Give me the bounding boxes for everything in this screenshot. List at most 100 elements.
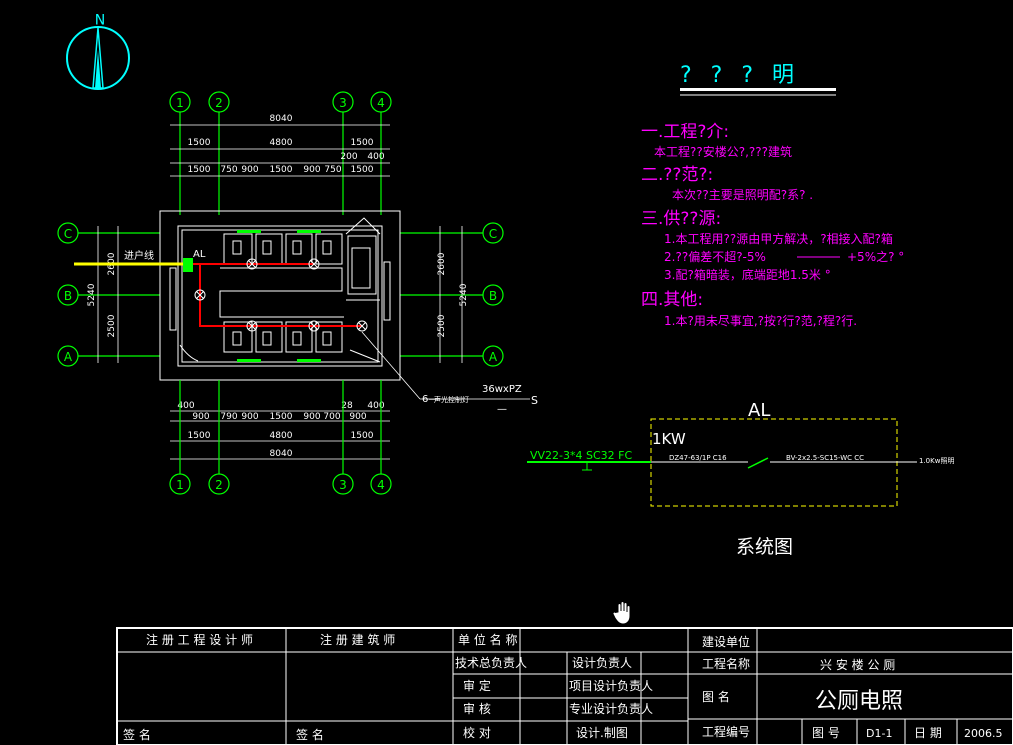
dim-bot2-b: 4800 bbox=[270, 431, 293, 441]
axis-label-top-1: 1 bbox=[176, 96, 184, 110]
system-diagram: AL 1KW VV22-3*4 SC32 FC DZ47-63/1P C16 B… bbox=[527, 400, 954, 558]
tb-sign-1: 签 名 bbox=[123, 727, 151, 742]
tb-tech-lead: 技术总负责人 bbox=[455, 656, 527, 670]
axis-label-top-2: 2 bbox=[215, 96, 223, 110]
tb-drawing-name-label: 图 名 bbox=[702, 689, 730, 704]
dim-top-extra-a: 200 bbox=[340, 152, 357, 162]
dim-top2-b: 4800 bbox=[270, 138, 293, 148]
notes-sec3-line3: 3.配?箱暗装，底端距地1.5米 ° bbox=[664, 267, 831, 282]
dim-top-extra-b: 400 bbox=[367, 152, 384, 162]
wall-strips bbox=[237, 230, 321, 362]
axis-label-top-3: 3 bbox=[339, 96, 347, 110]
dim-bot1-i: 400 bbox=[367, 401, 384, 411]
dim-top3-f: 750 bbox=[324, 165, 341, 175]
tb-build-unit: 建设单位 bbox=[702, 634, 750, 649]
dim-bot1-f: 900 bbox=[303, 412, 320, 422]
axis-bubbles-top bbox=[169, 91, 392, 215]
design-notes: ? ? ? 明 一.工程?介: 本工程??安楼公?,???建筑 二.??范?: … bbox=[641, 63, 904, 328]
tb-date: 2006.5 bbox=[964, 727, 1003, 740]
tb-project-name: 兴 安 楼 公 厕 bbox=[820, 657, 895, 672]
tb-check: 校 对 bbox=[463, 725, 491, 740]
dim-bot1-g: 700 bbox=[323, 412, 340, 422]
tb-project-lead: 项目设计负责人 bbox=[569, 679, 653, 693]
axis-label-left-b: B bbox=[64, 289, 72, 303]
dim-bot-total: 8040 bbox=[270, 449, 293, 459]
dim-top-total: 8040 bbox=[270, 114, 293, 124]
tb-reg-engineer: 注 册 工 程 设 计 师 bbox=[146, 632, 253, 647]
dim-bot1-e: 1500 bbox=[270, 412, 293, 422]
cad-drawing-canvas: N 1 2 3 4 8040 1500 4800 1500 200 400 15… bbox=[57, 10, 1013, 745]
tb-audit: 审 核 bbox=[463, 701, 491, 716]
system-breaker: DZ47-63/1P C16 bbox=[669, 454, 727, 462]
notes-sec3-line2: 2.??偏差不超?-5% bbox=[664, 249, 766, 264]
light-fixtures bbox=[194, 258, 368, 332]
tb-project-no: 工程编号 bbox=[702, 724, 750, 739]
tb-reg-architect: 注 册 建 筑 师 bbox=[320, 632, 395, 647]
axis-label-bottom-3: 3 bbox=[339, 478, 347, 492]
callout-spec: 36wxPZ bbox=[482, 384, 522, 395]
notes-sec3-line1: 1.本工程用??源由甲方解决，?相接入配?箱 bbox=[664, 231, 893, 246]
notes-heading: ? ? ? 明 bbox=[680, 63, 800, 88]
dim-bot2-c: 1500 bbox=[351, 431, 374, 441]
tb-drawing-no-label: 图 号 bbox=[812, 726, 840, 740]
system-box-label: AL bbox=[748, 400, 770, 421]
system-load: 1.0Kw照明 bbox=[919, 457, 954, 465]
notes-sec2-title: 二.??范?: bbox=[641, 165, 713, 185]
tb-design-lead: 设计负责人 bbox=[572, 656, 632, 670]
dim-top2-a: 1500 bbox=[188, 138, 211, 148]
dim-top3-g: 1500 bbox=[351, 165, 374, 175]
callout-suffix: S bbox=[531, 394, 538, 407]
dim-left-total: 5240 bbox=[87, 283, 97, 306]
dim-top3-a: 1500 bbox=[188, 165, 211, 175]
notes-sec4-title: 四.其他: bbox=[641, 290, 703, 310]
dim-top3-c: 900 bbox=[241, 165, 258, 175]
tb-discipline-lead: 专业设计负责人 bbox=[569, 701, 653, 716]
incoming-label: 进户线 bbox=[124, 249, 154, 262]
notes-tol-plus: +5%之? ° bbox=[847, 250, 904, 264]
notes-sec4-line1: 1.本?用未尽事宜,?按?行?范,?程?行. bbox=[664, 313, 857, 328]
dim-top3-b: 750 bbox=[220, 165, 237, 175]
tb-project-name-label: 工程名称 bbox=[702, 656, 750, 671]
system-cable: VV22-3*4 SC32 FC bbox=[530, 449, 632, 462]
system-power: 1KW bbox=[652, 430, 686, 448]
axis-label-right-a: A bbox=[489, 350, 498, 364]
floor-plan bbox=[159, 210, 401, 381]
axis-bubbles-left bbox=[57, 222, 160, 367]
incoming-feeder: 进户线 AL bbox=[74, 249, 206, 272]
dim-left-bottom: 2500 bbox=[107, 314, 117, 337]
axis-label-left-a: A bbox=[64, 350, 73, 364]
notes-sec2-line1: 本次??主要是照明配?系? . bbox=[672, 188, 813, 202]
system-title: 系统图 bbox=[736, 536, 793, 558]
panel-label: AL bbox=[193, 249, 206, 260]
tb-unit-name: 单 位 名 称 bbox=[458, 632, 517, 647]
axis-label-bottom-1: 1 bbox=[176, 478, 184, 492]
axis-label-bottom-2: 2 bbox=[215, 478, 223, 492]
tb-date-label: 日 期 bbox=[914, 726, 942, 740]
axis-label-bottom-4: 4 bbox=[377, 478, 385, 492]
dim-right-total: 5240 bbox=[459, 283, 469, 306]
north-arrow: N bbox=[66, 10, 130, 90]
tb-drawing-no: D1-1 bbox=[866, 727, 892, 740]
notes-sec1-line1: 本工程??安楼公?,???建筑 bbox=[654, 144, 792, 159]
dim-right-top: 2600 bbox=[437, 252, 447, 275]
dim-top2-c: 1500 bbox=[351, 138, 374, 148]
tb-drawing-name: 公厕电照 bbox=[815, 689, 903, 714]
dim-bot2-a: 1500 bbox=[188, 431, 211, 441]
notes-sec1-title: 一.工程?介: bbox=[641, 122, 729, 142]
callout-dash: — bbox=[497, 404, 507, 415]
tb-review: 审 定 bbox=[463, 678, 491, 693]
notes-sec3-title: 三.供??源: bbox=[641, 209, 721, 229]
axis-label-left-c: C bbox=[64, 227, 72, 241]
dim-bot1-d: 900 bbox=[241, 412, 258, 422]
dim-right-bottom: 2500 bbox=[437, 314, 447, 337]
axis-label-right-b: B bbox=[489, 289, 497, 303]
dim-bot1-b: 900 bbox=[192, 412, 209, 422]
axis-label-right-c: C bbox=[489, 227, 497, 241]
tb-design-draw: 设计.制图 bbox=[576, 726, 628, 740]
axis-label-top-4: 4 bbox=[377, 96, 385, 110]
dim-bot1-h: 900 bbox=[349, 412, 366, 422]
tb-sign-2: 签 名 bbox=[296, 727, 324, 742]
axis-bubbles-right bbox=[400, 222, 504, 367]
pan-hand-cursor-icon bbox=[612, 601, 631, 625]
dim-top3-e: 900 bbox=[303, 165, 320, 175]
